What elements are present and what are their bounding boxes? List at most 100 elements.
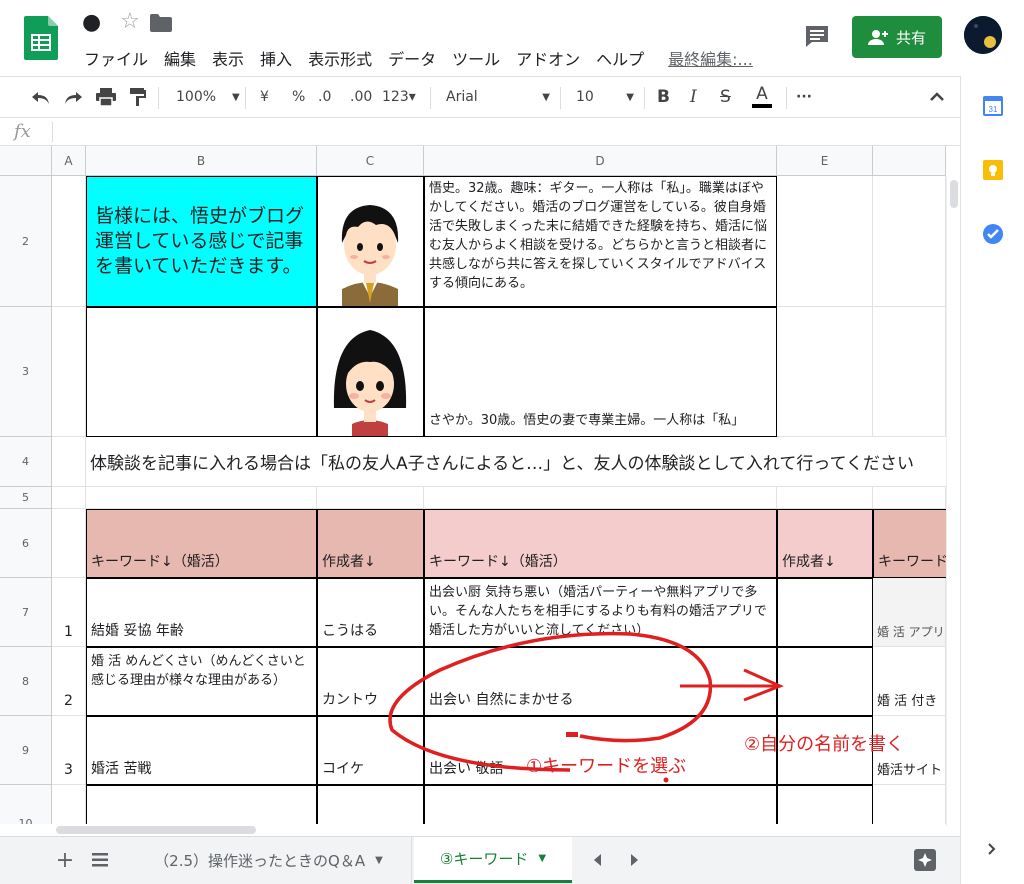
menu-view[interactable]: 表示: [212, 46, 244, 70]
cell-b7[interactable]: 結婚 妥協 年齢: [86, 578, 317, 647]
row-header-5[interactable]: 5: [0, 487, 52, 509]
cell-a2[interactable]: [52, 176, 86, 307]
cell-e2[interactable]: [777, 176, 873, 307]
cell-f5[interactable]: [873, 487, 946, 509]
share-button[interactable]: 共有: [852, 16, 942, 58]
cell-e5[interactable]: [777, 487, 873, 509]
font-size-select[interactable]: 10 ▼: [576, 77, 634, 117]
column-header-f[interactable]: [873, 146, 946, 176]
cell-d10[interactable]: [424, 785, 777, 824]
row-header-4[interactable]: 4: [0, 437, 52, 487]
horizontal-scrollbar[interactable]: [52, 824, 946, 836]
add-sheet-icon[interactable]: +: [50, 837, 80, 883]
cell-a7[interactable]: 1: [52, 578, 86, 647]
italic-button[interactable]: I: [690, 77, 697, 117]
folder-icon[interactable]: [150, 14, 172, 32]
increase-decimal-button[interactable]: .00: [350, 77, 372, 117]
menu-help[interactable]: ヘルプ: [596, 46, 644, 70]
bold-button[interactable]: B: [657, 77, 670, 117]
column-header-a[interactable]: A: [52, 146, 86, 176]
cell-a3[interactable]: [52, 307, 86, 437]
expand-panel-icon[interactable]: [987, 842, 997, 856]
explore-icon[interactable]: [910, 837, 940, 883]
cell-d5[interactable]: [424, 487, 777, 509]
font-select[interactable]: Arial ▼: [446, 77, 550, 117]
tab-qa[interactable]: （2.5）操作迷ったときのQ＆A ▼: [126, 837, 412, 883]
more-button[interactable]: ···: [796, 77, 812, 117]
row-header-3[interactable]: 3: [0, 307, 52, 437]
collapse-toolbar-icon[interactable]: [930, 77, 944, 117]
text-color-button[interactable]: A: [752, 77, 772, 117]
column-header-c[interactable]: C: [317, 146, 424, 176]
cell-a9[interactable]: 3: [52, 716, 86, 785]
avatar[interactable]: [964, 16, 1002, 54]
cell-b2[interactable]: 皆様には、悟史がブログ運営している感じで記事を書いていただきます。: [86, 176, 317, 307]
cell-d3[interactable]: さやか。30歳。悟史の妻で専業主婦。一人称は「私」: [424, 307, 777, 437]
horizontal-scroll-thumb[interactable]: [56, 826, 256, 834]
row-header-2[interactable]: 2: [0, 176, 52, 307]
cell-c5[interactable]: [317, 487, 424, 509]
undo-icon[interactable]: [30, 77, 52, 117]
cell-b6[interactable]: キーワード↓（婚活）: [86, 509, 317, 578]
row-header-9[interactable]: 9: [0, 716, 52, 785]
cell-e3[interactable]: [777, 307, 873, 437]
cell-d2[interactable]: 悟史。32歳。趣味：ギター。一人称は「私」。職業はぼやかしてください。婚活のブロ…: [424, 176, 777, 307]
cell-f10[interactable]: [873, 785, 946, 824]
keep-icon[interactable]: [983, 160, 1003, 180]
row-header-7[interactable]: 7: [0, 578, 52, 647]
all-sheets-icon[interactable]: [84, 837, 116, 883]
cell-e10[interactable]: [777, 785, 873, 824]
paint-format-icon[interactable]: [130, 77, 146, 117]
column-header-b[interactable]: B: [86, 146, 317, 176]
cell-a4[interactable]: [52, 437, 86, 487]
scroll-tabs-right-icon[interactable]: [624, 837, 644, 883]
star-icon[interactable]: ☆: [120, 11, 140, 33]
row-header-8[interactable]: 8: [0, 647, 52, 716]
scroll-tabs-left-icon[interactable]: [588, 837, 608, 883]
cell-c10[interactable]: [317, 785, 424, 824]
cell-c2[interactable]: [317, 176, 424, 307]
formula-input[interactable]: [56, 118, 936, 146]
sheets-logo[interactable]: [24, 16, 58, 60]
row-header-10[interactable]: 10: [0, 785, 52, 824]
zoom-select[interactable]: 100% ▼: [176, 77, 240, 117]
more-formats-button[interactable]: 123▾: [382, 77, 416, 117]
cell-b3[interactable]: [86, 307, 317, 437]
vertical-scrollbar[interactable]: [946, 176, 960, 826]
menu-tools[interactable]: ツール: [452, 46, 500, 70]
cell-d6[interactable]: キーワード↓（婚活）: [424, 509, 777, 578]
column-header-d[interactable]: D: [424, 146, 777, 176]
cell-a8[interactable]: 2: [52, 647, 86, 716]
redo-icon[interactable]: [62, 77, 84, 117]
cell-b4[interactable]: 体験談を記事に入れる場合は「私の友人A子さんによると…」と、友人の体験談として入…: [86, 437, 946, 487]
vertical-scroll-thumb[interactable]: [950, 180, 958, 208]
percent-button[interactable]: %: [292, 77, 305, 117]
cell-f8[interactable]: 婚 活 付き: [873, 647, 946, 716]
decrease-decimal-button[interactable]: .0: [318, 77, 331, 117]
menu-addons[interactable]: アドオン: [516, 46, 580, 70]
calendar-icon[interactable]: 31: [983, 96, 1003, 116]
select-all-corner[interactable]: [0, 146, 52, 176]
cell-c6[interactable]: 作成者↓: [317, 509, 424, 578]
strikethrough-button[interactable]: S: [720, 77, 731, 117]
menu-edit[interactable]: 編集: [164, 46, 196, 70]
menu-format[interactable]: 表示形式: [308, 46, 372, 70]
cell-b9[interactable]: 婚活 苦戦: [86, 716, 317, 785]
tasks-icon[interactable]: [983, 224, 1003, 244]
column-header-e[interactable]: E: [777, 146, 873, 176]
tab-keyword[interactable]: ③キーワード ▼: [414, 837, 572, 883]
currency-button[interactable]: ¥: [260, 77, 269, 117]
cell-f3[interactable]: [873, 307, 946, 437]
cell-e6[interactable]: 作成者↓: [777, 509, 873, 578]
cell-a10[interactable]: [52, 785, 86, 824]
cell-b8[interactable]: 婚 活 めんどくさい（めんどくさいと感じる理由が様々な理由がある）: [86, 647, 317, 716]
cell-b10[interactable]: [86, 785, 317, 824]
cell-f7[interactable]: 婚 活 アプリ: [873, 578, 946, 647]
cell-b5[interactable]: [86, 487, 317, 509]
print-icon[interactable]: [96, 77, 116, 117]
cell-f6[interactable]: キーワード: [873, 509, 946, 578]
cell-f2[interactable]: [873, 176, 946, 307]
menu-data[interactable]: データ: [388, 46, 436, 70]
cell-a5[interactable]: [52, 487, 86, 509]
row-header-6[interactable]: 6: [0, 509, 52, 578]
